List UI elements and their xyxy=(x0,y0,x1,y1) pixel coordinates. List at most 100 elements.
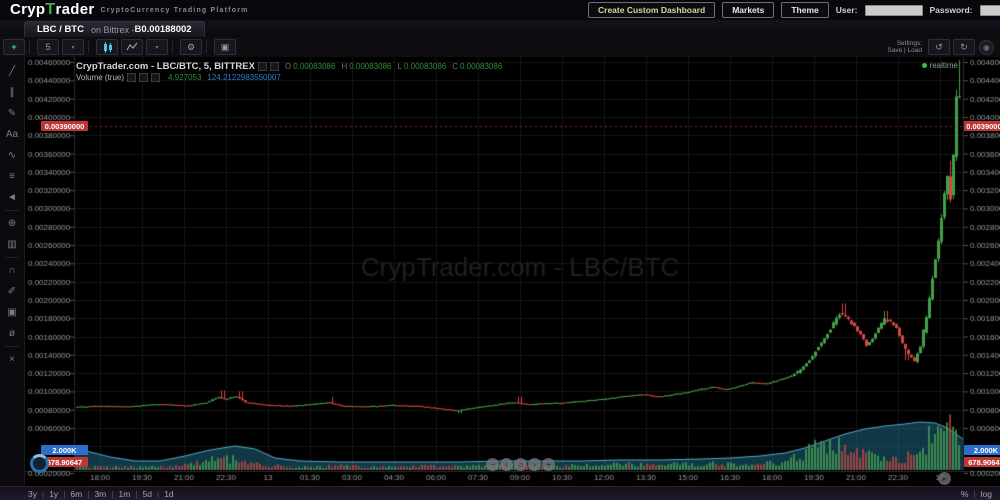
realtime-indicator: realtime xyxy=(922,61,958,70)
camera-icon: ▣ xyxy=(221,42,230,53)
markets-button[interactable]: Markets xyxy=(722,2,774,18)
toolbar-divider xyxy=(172,41,173,53)
username-input[interactable] xyxy=(865,5,923,16)
chevron-down-icon: ▾ xyxy=(155,44,158,51)
lock-tool[interactable]: ▣ xyxy=(3,302,21,323)
tool-divider xyxy=(5,210,19,211)
range-3y[interactable]: 3y xyxy=(28,489,37,499)
volume-scale-badge-left: 2.000K xyxy=(41,445,88,455)
pan-left-button[interactable]: ‹ xyxy=(500,458,513,471)
separator: | xyxy=(973,489,975,499)
logo-arrow-icon: T xyxy=(45,1,55,18)
theme-button[interactable]: Theme xyxy=(781,2,828,18)
candlestick-style-button[interactable] xyxy=(96,39,118,55)
tab-exchange-label: on Bittrex - xyxy=(91,25,135,35)
volume-value-quote: 124.2122983550007 xyxy=(207,73,280,82)
line-chart-icon xyxy=(126,42,138,52)
range-1y[interactable]: 1y xyxy=(49,489,58,499)
style-dropdown-button[interactable]: ▾ xyxy=(146,39,168,55)
app-logo: CrypTrader xyxy=(10,1,94,19)
zoom-in-button[interactable]: + xyxy=(542,458,555,471)
volume-current-badge-right: 678.90647 xyxy=(964,457,1000,467)
chart-legend: CrypTrader.com - LBC/BTC, 5, BITTREX O0.… xyxy=(76,61,502,83)
hide-drawings-tool[interactable]: ø xyxy=(3,323,21,344)
redo-button[interactable]: ↻ xyxy=(953,39,975,55)
scale-%[interactable]: % xyxy=(961,489,969,499)
chevron-down-icon: ▾ xyxy=(71,44,74,51)
crosshair-icon: + xyxy=(11,42,16,52)
app-header: CrypTrader CryptoCurrency Trading Platfo… xyxy=(0,0,1000,21)
tab-price: 0.00188002 xyxy=(141,24,191,35)
open-value: 0.00083086 xyxy=(293,62,335,71)
range-1m[interactable]: 1m xyxy=(118,489,130,499)
chart-toolbar: + 5 ▾ ▾ ⚙ ▣ Settings:Save | Load ↺ ↻ ◉ xyxy=(0,37,1000,58)
trend-line-tool[interactable]: ╱ xyxy=(3,61,21,82)
legend-toggle-icon[interactable] xyxy=(270,62,279,71)
go-to-realtime-button[interactable]: ▸ xyxy=(938,472,951,485)
zoom-out-button[interactable]: − xyxy=(486,458,499,471)
pattern-tool[interactable]: ∿ xyxy=(3,145,21,166)
snapshot-button[interactable]: ◉ xyxy=(979,40,994,55)
draw-tool[interactable]: ✐ xyxy=(3,281,21,302)
chart-title: CrypTrader.com - LBC/BTC, 5, BITTREX xyxy=(76,61,255,72)
brush-tool[interactable]: ✎ xyxy=(3,103,21,124)
toolbar-divider xyxy=(29,41,30,53)
tab-pair-label: LBC / BTC xyxy=(37,24,84,35)
arrow-tool[interactable]: ◄ xyxy=(3,187,21,208)
range-3m[interactable]: 3m xyxy=(94,489,106,499)
zoom-tool[interactable]: ⊕ xyxy=(3,213,21,234)
toolbar-divider xyxy=(206,41,207,53)
market-tab-bar: LBC / BTC on Bittrex - B 0.00188002 xyxy=(0,20,1000,37)
separator: | xyxy=(157,489,159,499)
scale-log[interactable]: log xyxy=(981,489,992,499)
range-1d[interactable]: 1d xyxy=(164,489,173,499)
create-custom-dashboard-button[interactable]: Create Custom Dashboard xyxy=(588,2,715,18)
parallel-channel-tool[interactable]: ∥ xyxy=(3,82,21,103)
legend-toggle-icon[interactable] xyxy=(258,62,267,71)
measure-tool[interactable]: ▥ xyxy=(3,234,21,255)
volume-indicator-label: Volume (true) xyxy=(76,73,124,82)
reset-view-button[interactable]: ⌂ xyxy=(514,458,527,471)
volume-value: 4.927053 xyxy=(168,73,201,82)
legend-toggle-icon[interactable] xyxy=(151,73,160,82)
text-tool[interactable]: Aa xyxy=(3,124,21,145)
app-tagline: CryptoCurrency Trading Platform xyxy=(100,7,248,14)
drawing-toolbar: ╱∥✎Aa∿≡◄ ⊕▥ ∩✐▣ø × xyxy=(0,57,25,490)
chart-nav-buttons: −‹⌂›+ xyxy=(486,458,555,471)
range-6m[interactable]: 6m xyxy=(70,489,82,499)
separator: | xyxy=(111,489,113,499)
magnet-tool[interactable]: ∩ xyxy=(3,260,21,281)
undo-button[interactable]: ↺ xyxy=(928,39,950,55)
separator: | xyxy=(87,489,89,499)
volume-scale-badge-right: 2.000K xyxy=(964,445,1000,455)
price-chart-canvas[interactable] xyxy=(25,57,1000,486)
redo-icon: ↻ xyxy=(960,42,968,53)
remove-drawings-tool[interactable]: × xyxy=(3,349,21,370)
interval-dropdown-button[interactable]: ▾ xyxy=(62,39,84,55)
legend-toggle-icon[interactable] xyxy=(139,73,148,82)
indicator-settings-button[interactable]: ⚙ xyxy=(180,39,202,55)
last-price-badge-left: 0.00390000 xyxy=(41,121,88,131)
chart-footer: 3y|1y|6m|3m|1m|5d|1d %|log xyxy=(0,486,1000,500)
low-value: 0.00083086 xyxy=(404,62,446,71)
user-label: User: xyxy=(836,5,858,15)
snapshot-icon: ◉ xyxy=(983,43,990,52)
crosshair-tool-button[interactable]: + xyxy=(3,39,25,55)
chart-region[interactable]: CrypTrader.com - LBC/BTC, 5, BITTREX O0.… xyxy=(25,57,1000,486)
line-style-button[interactable] xyxy=(121,39,143,55)
interval-button[interactable]: 5 xyxy=(37,39,59,55)
close-value: 0.00083086 xyxy=(460,62,502,71)
range-5d[interactable]: 5d xyxy=(143,489,152,499)
legend-toggle-icon[interactable] xyxy=(127,73,136,82)
gear-icon: ⚙ xyxy=(187,42,195,53)
password-label: Password: xyxy=(930,5,973,15)
undo-icon: ↺ xyxy=(935,42,943,53)
high-value: 0.00083086 xyxy=(349,62,391,71)
pan-right-button[interactable]: › xyxy=(528,458,541,471)
settings-save-load[interactable]: Settings:Save | Load xyxy=(887,40,922,54)
market-tab-lbc-btc[interactable]: LBC / BTC on Bittrex - B 0.00188002 xyxy=(24,21,205,37)
screenshot-button[interactable]: ▣ xyxy=(214,39,236,55)
separator: | xyxy=(42,489,44,499)
fib-retracement-tool[interactable]: ≡ xyxy=(3,166,21,187)
password-input[interactable] xyxy=(980,5,1000,16)
